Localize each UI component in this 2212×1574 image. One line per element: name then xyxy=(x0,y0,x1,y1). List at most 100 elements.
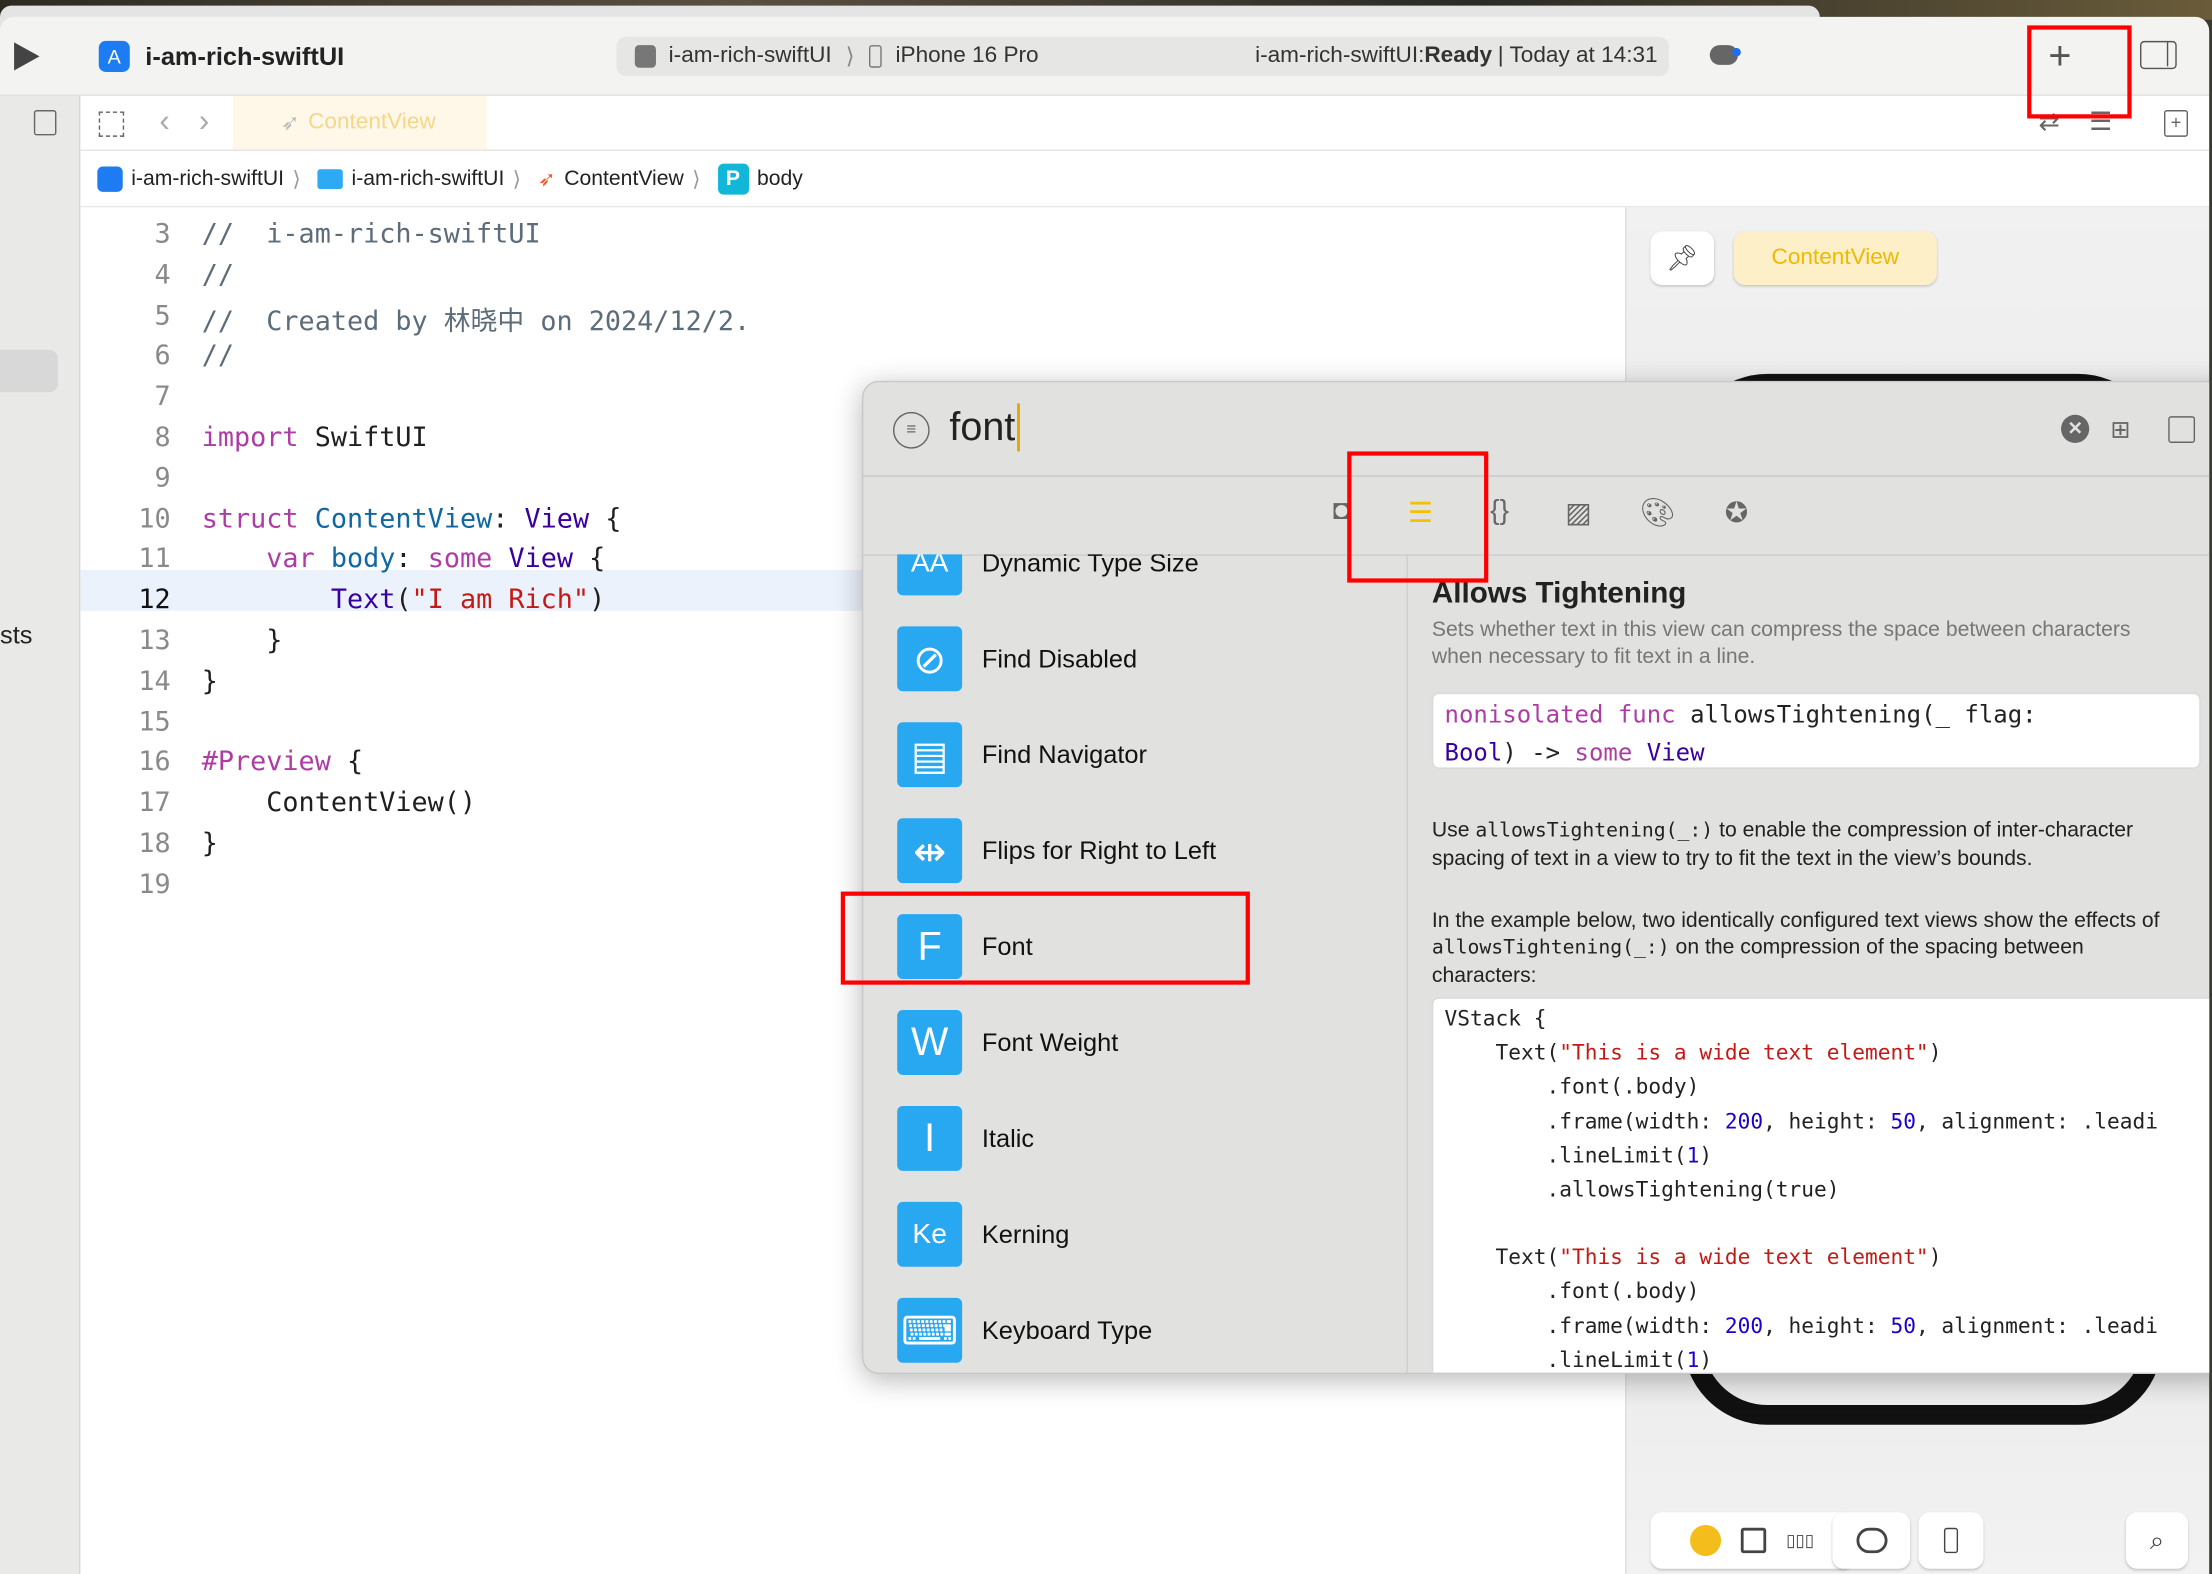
code-line: .lineLimit(1) xyxy=(1445,1138,2210,1172)
declaration-code: nonisolated func allowsTightening(_ flag… xyxy=(1431,692,2201,769)
tab-contentview[interactable]: ➶ ContentView xyxy=(232,95,487,150)
code-line[interactable]: Text("I am Rich") xyxy=(202,584,605,615)
code-token: ) xyxy=(1928,1039,1942,1066)
sidebar-text-fragment: sts xyxy=(0,620,33,649)
code-token: } xyxy=(201,624,283,656)
code-token: : xyxy=(492,503,525,535)
variants-icon[interactable]: ▯▯▯ xyxy=(1786,1531,1814,1551)
run-button[interactable] xyxy=(14,42,40,71)
code-token: struct xyxy=(201,503,299,535)
scheme-selector[interactable]: i-am-rich-swiftUI xyxy=(669,44,832,69)
code-line[interactable]: ContentView() xyxy=(202,787,476,818)
code-line[interactable]: } xyxy=(201,624,283,656)
detail-view-icon[interactable] xyxy=(2168,416,2196,443)
breadcrumb-file[interactable]: ContentView xyxy=(564,166,684,190)
divider xyxy=(863,475,2210,477)
detail-title: Allows Tightening xyxy=(1431,576,1687,610)
line-number: 15 xyxy=(138,706,171,738)
app-icon xyxy=(97,165,123,192)
code-line[interactable]: var body: some View { xyxy=(202,543,605,575)
code-line[interactable]: // Created by 林晓中 on 2024/12/2. xyxy=(202,300,750,338)
code-token: import xyxy=(201,421,299,453)
grid-icon[interactable] xyxy=(98,111,125,137)
code-line[interactable]: // i-am-rich-swiftUI xyxy=(202,219,541,250)
code-token: View xyxy=(508,543,574,575)
code-token: .allowsTightening(true) xyxy=(1444,1176,1840,1202)
grid-view-icon[interactable]: ⊞ xyxy=(2110,416,2130,444)
detail-paragraph: In the example below, two identically co… xyxy=(1432,907,2194,989)
editor-tab-bar: ‹ › ➶ ContentView ⇄ ☰ + xyxy=(80,95,2210,151)
canvas-settings-button[interactable] xyxy=(1832,1512,1911,1569)
code-token: 200 xyxy=(1724,1108,1764,1134)
images-icon[interactable]: ▨ xyxy=(1559,495,1598,530)
code-token: SwiftUI xyxy=(298,421,428,453)
code-line[interactable]: } xyxy=(202,666,218,697)
swift-icon: ➶ xyxy=(538,167,556,192)
symbols-icon[interactable]: ✪ xyxy=(1717,495,1756,530)
cloud-status-icon[interactable] xyxy=(1709,45,1741,65)
code-token: .frame(width: xyxy=(1444,1108,1725,1134)
code-token: allowsTightening(_:) xyxy=(1475,819,1714,843)
selectable-mode-icon[interactable] xyxy=(1740,1527,1767,1554)
preview-chip[interactable]: ContentView xyxy=(1733,231,1937,285)
line-number: 6 xyxy=(154,340,171,372)
code-token: { xyxy=(589,503,622,535)
code-token: .lineLimit( xyxy=(1444,1346,1687,1373)
code-line: VStack { xyxy=(1445,1002,2210,1036)
list-icon[interactable] xyxy=(33,110,57,136)
code-token: allowsTightening(_ flag: xyxy=(1675,701,2037,730)
line-number: 7 xyxy=(154,381,171,413)
colors-icon[interactable]: 🎨︎ xyxy=(1638,495,1677,530)
chevron-right-icon: ⟩ xyxy=(512,167,522,192)
code-line: .frame(width: 200, height: 50, alignment… xyxy=(1445,1309,2210,1343)
code-token: // i-am-rich-swiftUI xyxy=(201,218,541,250)
code-line[interactable]: } xyxy=(202,828,218,859)
clear-search-icon[interactable]: ✕ xyxy=(2061,414,2090,443)
code-line[interactable]: #Preview { xyxy=(202,747,363,778)
detail-summary: Sets whether text in this view can compr… xyxy=(1431,617,2131,669)
live-preview-icon[interactable] xyxy=(1690,1524,1722,1557)
code-token: { xyxy=(330,746,364,778)
zoom-button[interactable]: ⌕ xyxy=(2125,1512,2188,1569)
line-number: 13 xyxy=(138,624,171,656)
sidebar-selection[interactable] xyxy=(0,349,58,393)
code-token: // xyxy=(201,259,235,291)
xcode-window: sts A i-am-rich-swiftUI i-am-rich-swiftU… xyxy=(0,16,2210,1574)
code-token: "This is a wide text element" xyxy=(1559,1244,1929,1270)
code-line[interactable]: struct ContentView: View { xyxy=(202,503,622,534)
device-selector[interactable]: iPhone 16 Pro xyxy=(896,44,1039,69)
library-search-input[interactable]: font xyxy=(949,403,1020,452)
toggle-icon xyxy=(1855,1527,1887,1554)
line-number: 12 xyxy=(138,584,171,616)
add-editor-icon[interactable]: + xyxy=(2164,110,2188,137)
code-token: , height: xyxy=(1763,1312,1891,1339)
code-line[interactable]: // xyxy=(202,259,234,290)
pin-button[interactable]: 📌︎ xyxy=(1650,231,1715,285)
code-token: ) -> xyxy=(1502,739,1575,768)
device-settings-button[interactable] xyxy=(1918,1512,1984,1569)
inspector-toggle-icon[interactable] xyxy=(2140,40,2177,70)
code-token: // xyxy=(201,340,235,372)
line-number: 18 xyxy=(138,828,171,860)
code-token: ) xyxy=(1699,1346,1713,1373)
breadcrumb-folder[interactable]: i-am-rich-swiftUI xyxy=(352,166,505,190)
chevron-right-icon: ⟩ xyxy=(692,167,701,192)
scheme-status-pill[interactable]: i-am-rich-swiftUI ⟩ iPhone 16 Pro i-am-r… xyxy=(616,36,1669,77)
code-token: Bool xyxy=(1444,739,1503,768)
breadcrumb-project[interactable]: i-am-rich-swiftUI xyxy=(131,166,284,190)
back-icon[interactable]: ‹ xyxy=(159,103,169,140)
status-prefix: i-am-rich-swiftUI: xyxy=(1255,43,1425,68)
navigator-sidebar: sts xyxy=(0,16,81,1574)
code-token: 50 xyxy=(1890,1312,1916,1339)
code-line[interactable]: // xyxy=(202,341,234,372)
code-line[interactable]: import SwiftUI xyxy=(202,422,428,453)
code-token: , alignment: .leadi xyxy=(1915,1108,2159,1134)
forward-icon[interactable]: › xyxy=(199,103,209,140)
filter-icon[interactable]: ≡ xyxy=(892,411,930,449)
code-token: "This is a wide text element" xyxy=(1559,1039,1929,1066)
breadcrumb-symbol[interactable]: body xyxy=(757,166,803,190)
